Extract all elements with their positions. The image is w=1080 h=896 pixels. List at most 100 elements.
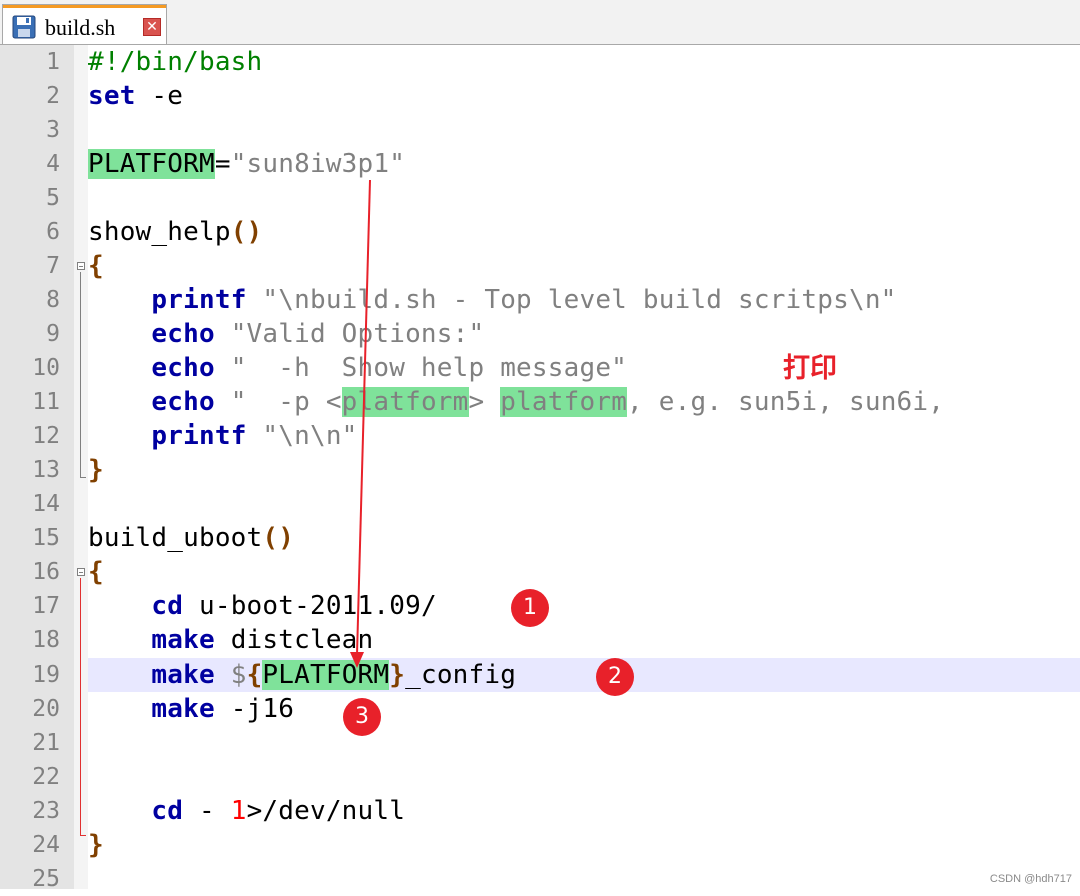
line-number: 12 [32,423,60,449]
code-line: 18 make distclean [0,623,1080,657]
code-line: 21 [0,726,1080,760]
string: "\nbuild.sh - Top level build scritps\n" [246,285,897,315]
code-line: 7 { [0,249,1080,283]
line-number: 5 [46,185,60,211]
code-line: 5 [0,181,1080,215]
close-tab-icon[interactable]: ✕ [143,18,161,36]
keyword: make [151,660,215,690]
keyword: make [151,625,215,655]
function-name: show_help [88,217,231,247]
keyword: set [88,81,136,111]
code-line: 12 printf "\n\n" [0,419,1080,453]
line-number: 9 [46,321,60,347]
keyword: echo [151,319,215,349]
current-code-line: 19 make ${PLATFORM}_config [0,658,1080,692]
keyword: echo [151,353,215,383]
brace: { [88,557,104,587]
code-text: -j16 [214,694,295,724]
string: "sun8iw3p1" [230,149,406,179]
function-name: build_uboot [88,523,263,553]
code-line: 23 cd - 1>/dev/null [0,794,1080,828]
line-number: 21 [32,730,60,756]
code-text: distclean [214,625,374,655]
keyword: echo [151,387,215,417]
shebang: #!/bin/bash [88,47,263,77]
brace: } [88,830,104,860]
code-text: -e [135,81,184,111]
brace: { [246,660,263,690]
tab-label: build.sh [45,15,116,40]
save-file-icon [12,15,36,39]
keyword: cd [151,796,184,826]
word-highlight: platform [500,387,628,417]
code-line: 11 echo " -p <platform> platform, e.g. s… [0,385,1080,419]
code-text: u-boot-2011.09/ [183,591,437,621]
watermark: CSDN @hdh717 [989,873,1072,885]
line-number: 8 [46,287,60,313]
line-number: 24 [32,832,60,858]
line-number: 23 [32,798,60,824]
number: 1 [230,796,247,826]
code-line: 1 #!/bin/bash [0,45,1080,79]
parens: () [262,523,295,553]
line-number: 7 [46,253,60,279]
code-line: 20 make -j16 [0,692,1080,726]
tab-build-sh[interactable]: build.sh ✕ [2,4,167,44]
string: "\n\n" [246,421,358,451]
code-line: 13 } [0,453,1080,487]
code-line: 16 { [0,555,1080,589]
word-highlight: platform [341,387,469,417]
string: > [468,387,501,417]
code-text: _config [405,660,517,690]
line-number: 13 [32,457,60,483]
annotation-badge-1: 1 [511,589,549,627]
line-number: 22 [32,764,60,790]
dollar-sign: $ [214,660,247,690]
code-line: 2 set -e [0,79,1080,113]
code-line: 9 echo "Valid Options:" [0,317,1080,351]
code-line: 10 echo " -h Show help message" [0,351,1080,385]
line-number: 6 [46,219,60,245]
code-line: 25 [0,862,1080,896]
code-line: 3 [0,113,1080,147]
line-number: 15 [32,525,60,551]
operator: = [214,149,231,179]
line-number: 20 [32,696,60,722]
variable-highlight: PLATFORM [88,149,215,179]
line-number: 14 [32,491,60,517]
code-text: >/dev/null [246,796,406,826]
code-line: 24 } [0,828,1080,862]
code-line: 15 build_uboot() [0,521,1080,555]
brace: } [88,455,104,485]
line-number: 10 [32,355,60,381]
tab-bar: build.sh ✕ [0,0,1080,45]
keyword: make [151,694,215,724]
line-number: 3 [46,117,60,143]
string: "Valid Options:" [214,319,485,349]
string: , e.g. sun5i, sun6i, [627,387,945,417]
keyword: cd [151,591,184,621]
string: " -h Show help message" [214,353,628,383]
line-number: 4 [46,151,60,177]
brace: { [88,251,104,281]
keyword: printf [151,421,247,451]
code-text: - [183,796,231,826]
code-line: 22 [0,760,1080,794]
line-number: 11 [32,389,60,415]
annotation-note: 打印 [783,353,837,384]
variable-highlight: PLATFORM [262,660,390,690]
annotation-badge-2: 2 [596,658,634,696]
annotation-badge-3: 3 [343,698,381,736]
keyword: printf [151,285,247,315]
line-number: 16 [32,559,60,585]
code-line: 8 printf "\nbuild.sh - Top level build s… [0,283,1080,317]
string: " -p < [214,387,342,417]
parens: () [230,217,263,247]
line-number: 2 [46,83,60,109]
tab-active-indicator [3,5,166,8]
brace: } [389,660,406,690]
line-number: 25 [32,866,60,892]
line-number: 18 [32,627,60,653]
line-number: 1 [46,49,60,75]
code-line: 4 PLATFORM="sun8iw3p1" [0,147,1080,181]
